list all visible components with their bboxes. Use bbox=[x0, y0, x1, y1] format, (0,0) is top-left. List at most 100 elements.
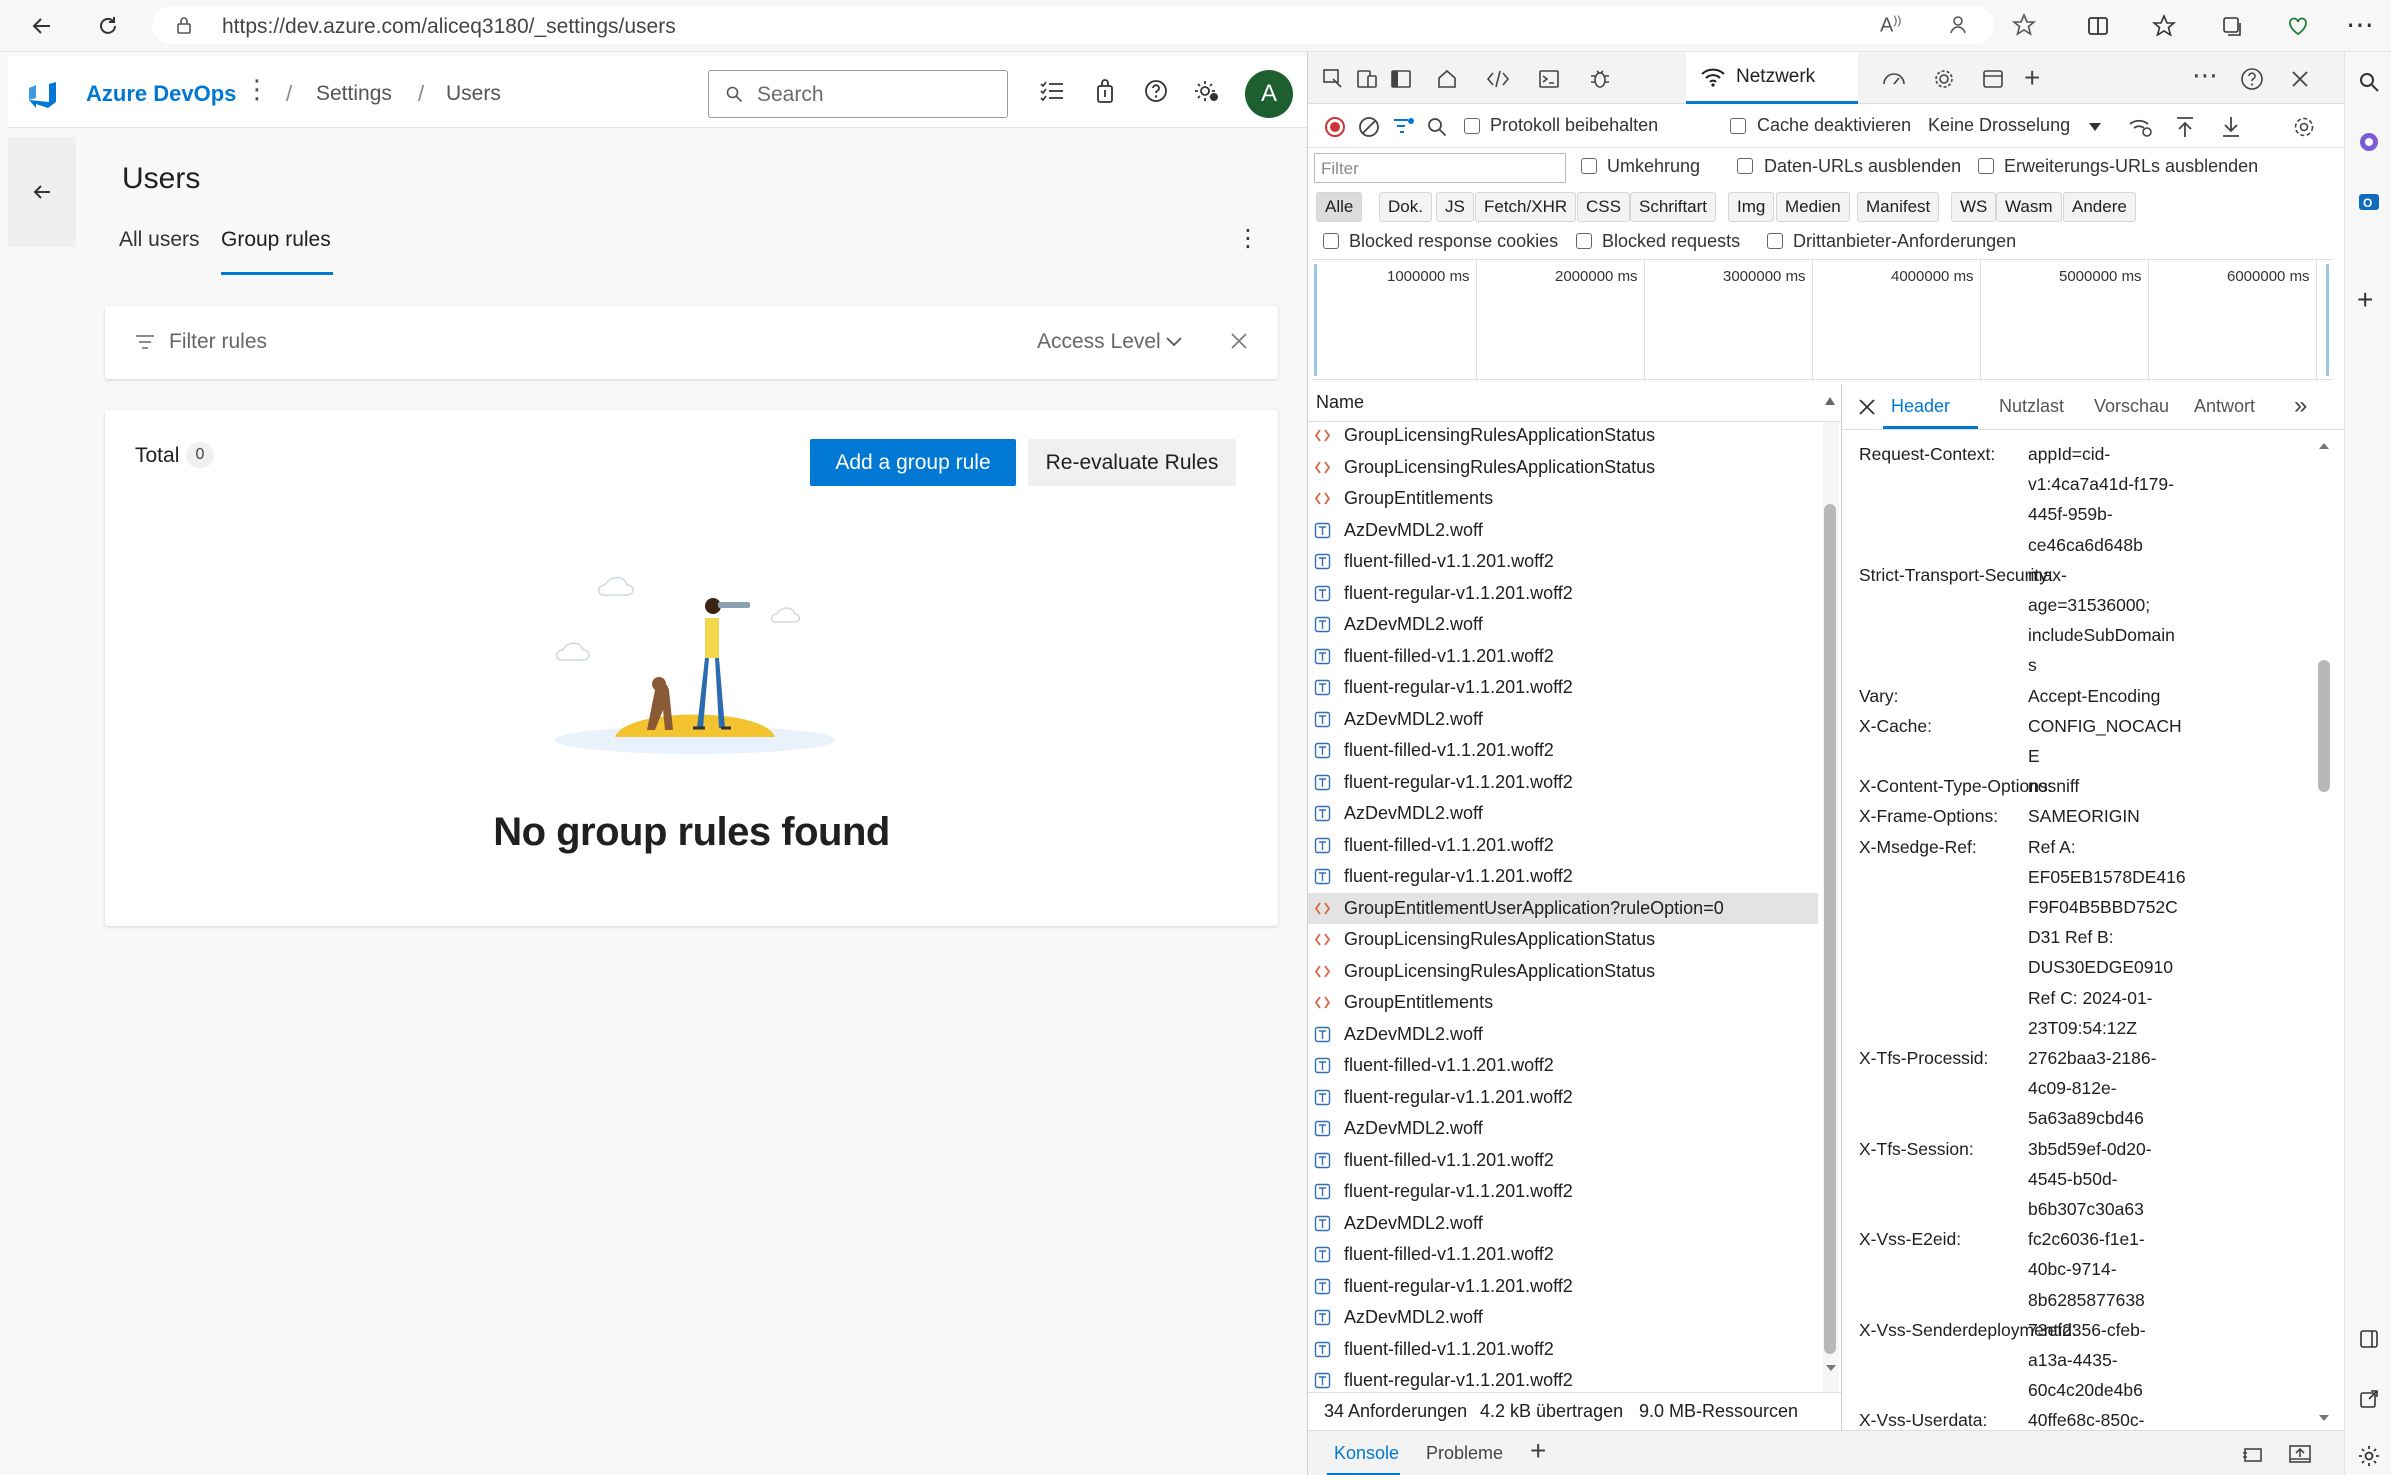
split-screen-icon[interactable] bbox=[2082, 10, 2114, 42]
request-row[interactable]: AzDevMDL2.woff bbox=[1308, 798, 1818, 829]
dock-side-icon[interactable] bbox=[1390, 68, 1412, 90]
request-row[interactable]: AzDevMDL2.woff bbox=[1308, 515, 1818, 546]
type-filter-media[interactable]: Medien bbox=[1776, 192, 1850, 222]
marketplace-bag-icon[interactable] bbox=[1093, 78, 1117, 104]
type-filter-fetch-xhr[interactable]: Fetch/XHR bbox=[1475, 192, 1577, 222]
clear-filter-icon[interactable] bbox=[1230, 332, 1248, 350]
type-filter-js[interactable]: JS bbox=[1436, 192, 1474, 222]
tab-all-users[interactable]: All users bbox=[119, 228, 200, 252]
request-row[interactable]: fluent-filled-v1.1.201.woff2 bbox=[1308, 1050, 1818, 1081]
request-row[interactable]: AzDevMDL2.woff bbox=[1308, 609, 1818, 640]
request-row[interactable]: AzDevMDL2.woff bbox=[1308, 1113, 1818, 1144]
tab-payload[interactable]: Nutzlast bbox=[1999, 396, 2064, 417]
request-row[interactable]: GroupEntitlementUserApplication?ruleOpti… bbox=[1308, 892, 1818, 924]
request-row[interactable]: GroupLicensingRulesApplicationStatus bbox=[1308, 452, 1818, 483]
elements-code-icon[interactable] bbox=[1486, 68, 1510, 90]
profile-guest-icon[interactable] bbox=[1948, 14, 1970, 36]
scroll-up-arrow-icon[interactable] bbox=[2318, 442, 2330, 450]
drawer-tab-issues[interactable]: Probleme bbox=[1426, 1443, 1503, 1464]
user-settings-icon[interactable] bbox=[1194, 78, 1220, 104]
disable-cache-checkbox[interactable] bbox=[1730, 118, 1746, 134]
welcome-home-icon[interactable] bbox=[1436, 68, 1458, 90]
favorites-icon[interactable] bbox=[2148, 10, 2180, 42]
third-party-checkbox[interactable] bbox=[1767, 233, 1783, 249]
console-icon[interactable] bbox=[1538, 68, 1560, 90]
name-column-header[interactable]: Name bbox=[1308, 384, 1841, 422]
type-filter-manifest[interactable]: Manifest bbox=[1857, 192, 1940, 222]
tab-response[interactable]: Antwort bbox=[2194, 396, 2255, 417]
close-devtools-icon[interactable] bbox=[2290, 69, 2310, 89]
more-tabs-icon[interactable]: » bbox=[2294, 392, 2307, 420]
external-link-icon[interactable] bbox=[2357, 1387, 2381, 1411]
tab-network[interactable]: Netzwerk bbox=[1686, 52, 1858, 104]
back-arrow-icon[interactable] bbox=[26, 10, 58, 42]
clear-log-icon[interactable] bbox=[1358, 116, 1380, 138]
chevron-down-icon[interactable] bbox=[1165, 336, 1183, 348]
download-har-icon[interactable] bbox=[2220, 115, 2242, 139]
breadcrumb-users[interactable]: Users bbox=[446, 82, 501, 106]
tab-headers[interactable]: Header bbox=[1891, 396, 1950, 417]
request-row[interactable]: GroupLicensingRulesApplicationStatus bbox=[1308, 422, 1818, 451]
type-filter-wasm[interactable]: Wasm bbox=[1996, 192, 2062, 222]
type-filter-css[interactable]: CSS bbox=[1577, 192, 1630, 222]
type-filter-img[interactable]: Img bbox=[1728, 192, 1775, 222]
scroll-down-arrow-icon[interactable] bbox=[2318, 1414, 2330, 1422]
request-row[interactable]: AzDevMDL2.woff bbox=[1308, 704, 1818, 735]
type-filter-all[interactable]: Alle bbox=[1316, 192, 1363, 222]
drawer-tab-console[interactable]: Konsole bbox=[1334, 1443, 1399, 1464]
request-row[interactable]: fluent-filled-v1.1.201.woff2 bbox=[1308, 830, 1818, 861]
reload-icon[interactable] bbox=[92, 10, 124, 42]
network-settings-gear-icon[interactable] bbox=[2292, 115, 2316, 139]
request-row[interactable]: fluent-filled-v1.1.201.woff2 bbox=[1308, 546, 1818, 577]
more-tools-plus-icon[interactable]: + bbox=[2024, 62, 2040, 94]
request-row[interactable]: fluent-filled-v1.1.201.woff2 bbox=[1308, 735, 1818, 766]
more-menu-icon[interactable]: ⋯ bbox=[2344, 8, 2376, 40]
outlook-icon[interactable]: O bbox=[2357, 190, 2381, 214]
request-row[interactable]: GroupEntitlements bbox=[1308, 987, 1818, 1018]
request-row[interactable]: fluent-filled-v1.1.201.woff2 bbox=[1308, 1239, 1818, 1270]
devtools-more-icon[interactable]: ⋯ bbox=[2192, 60, 2218, 91]
address-bar[interactable]: https://dev.azure.com/aliceq3180/_settin… bbox=[152, 6, 2036, 44]
page-more-icon[interactable]: ⋮ bbox=[1236, 224, 1260, 253]
devtools-help-icon[interactable] bbox=[2240, 67, 2264, 91]
headers-scroll-thumb[interactable] bbox=[2318, 660, 2330, 792]
azure-devops-logo-icon[interactable] bbox=[26, 76, 60, 110]
filter-rules-input[interactable]: Filter rules bbox=[169, 330, 267, 354]
project-menu-icon[interactable]: ⋮ bbox=[244, 74, 270, 105]
filter-toggle-icon[interactable] bbox=[1392, 116, 1416, 138]
copilot-icon[interactable] bbox=[2357, 130, 2381, 154]
task-list-icon[interactable] bbox=[1039, 78, 1065, 104]
record-stop-icon[interactable] bbox=[1324, 116, 1346, 138]
request-row[interactable]: GroupEntitlements bbox=[1308, 483, 1818, 514]
request-row[interactable]: fluent-regular-v1.1.201.woff2 bbox=[1308, 672, 1818, 703]
preserve-log-checkbox[interactable] bbox=[1464, 118, 1480, 134]
throttling-select[interactable]: Keine Drosselung bbox=[1928, 115, 2070, 136]
type-filter-ws[interactable]: WS bbox=[1951, 192, 1997, 222]
search-network-icon[interactable] bbox=[1426, 116, 1448, 138]
inspect-element-icon[interactable] bbox=[1322, 68, 1344, 90]
breadcrumb-settings[interactable]: Settings bbox=[316, 82, 392, 106]
request-row[interactable]: fluent-regular-v1.1.201.woff2 bbox=[1308, 1082, 1818, 1113]
device-emulation-icon[interactable] bbox=[1356, 68, 1378, 90]
request-row[interactable]: AzDevMDL2.woff bbox=[1308, 1019, 1818, 1050]
request-row[interactable]: AzDevMDL2.woff bbox=[1308, 1302, 1818, 1333]
brand-name[interactable]: Azure DevOps bbox=[86, 81, 236, 107]
search-sidebar-icon[interactable] bbox=[2357, 70, 2381, 94]
invert-checkbox[interactable] bbox=[1581, 158, 1597, 174]
memory-gear-icon[interactable] bbox=[1932, 67, 1956, 91]
network-conditions-icon[interactable] bbox=[2128, 115, 2154, 139]
type-filter-font[interactable]: Schriftart bbox=[1630, 192, 1717, 222]
avatar[interactable]: A bbox=[1245, 70, 1293, 118]
extensions-heart-icon[interactable] bbox=[2282, 10, 2314, 42]
tab-preview[interactable]: Vorschau bbox=[2094, 396, 2169, 417]
add-group-rule-button[interactable]: Add a group rule bbox=[810, 439, 1016, 486]
lock-icon[interactable] bbox=[174, 15, 194, 35]
collections-icon[interactable] bbox=[2216, 10, 2248, 42]
network-filter-input[interactable]: Filter bbox=[1314, 153, 1566, 183]
request-row[interactable]: fluent-filled-v1.1.201.woff2 bbox=[1308, 1145, 1818, 1176]
dock-drawer-icon[interactable] bbox=[2288, 1443, 2312, 1465]
request-row[interactable]: fluent-regular-v1.1.201.woff2 bbox=[1308, 767, 1818, 798]
hide-extension-urls-checkbox[interactable] bbox=[1978, 158, 1994, 174]
quick-view-icon[interactable] bbox=[2241, 1443, 2265, 1465]
close-detail-icon[interactable] bbox=[1858, 398, 1876, 416]
